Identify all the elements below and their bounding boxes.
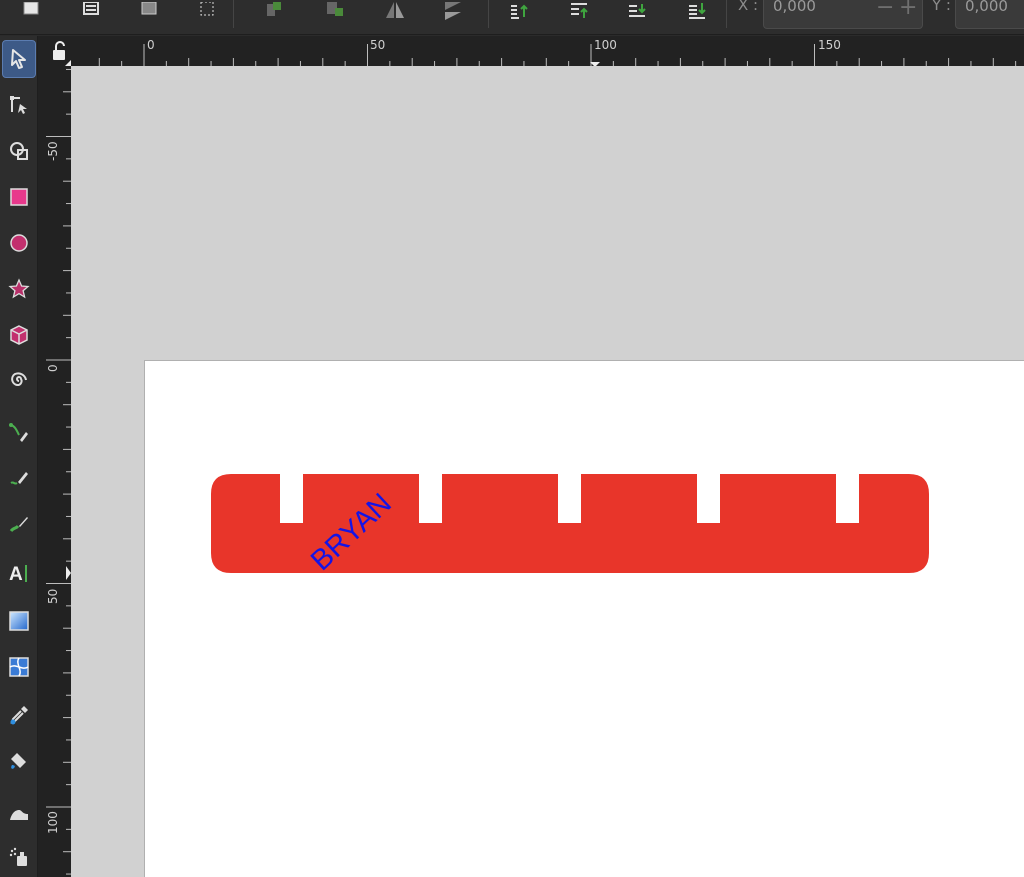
mesh-icon [9,657,29,677]
ruler-top-label: 50 [370,38,386,52]
spiral-tool[interactable] [2,362,36,400]
ruler-left-label: 50 [46,588,60,604]
drawing-layer[interactable]: BRYAN [71,66,1024,877]
x-coordinate-label: X : [738,0,759,14]
ruler-corner [38,36,71,66]
select-same-icon[interactable] [192,0,222,22]
pencil-icon [10,472,28,485]
ruler-left-label: 100 [46,811,60,834]
gradient-icon [9,611,29,631]
svg-text:A: A [9,564,23,584]
spray-icon [9,847,27,866]
shape-builder-tool[interactable] [2,132,36,170]
paint-bucket-tool[interactable] [2,742,36,780]
raise-to-top-icon[interactable] [260,0,290,22]
spiral-icon [11,372,27,387]
canvas[interactable]: BRYAN [71,66,1024,877]
tweak-icon [10,810,28,820]
toolbar-separator [726,0,727,28]
x-coordinate-value: 0,000 [773,0,816,15]
selector-tool[interactable] [2,40,36,78]
shape-builder-icon [10,142,28,160]
toolbar-separator [488,0,489,28]
commands-toolbar: X : 0,000 − + Y : 0,000 [0,0,1024,35]
rectangle-icon [10,188,28,206]
node-tool[interactable] [2,86,36,124]
ruler-top-label: 150 [818,38,841,52]
node-edit-icon [10,96,27,114]
pen-tool[interactable] [2,414,36,452]
mesh-tool[interactable] [2,648,36,686]
calligraphy-icon [9,517,28,532]
lower-step-icon[interactable] [622,0,652,22]
raise-step-icon[interactable] [564,0,594,22]
paint-bucket-icon [11,753,26,769]
calligraphy-tool[interactable] [2,506,36,544]
vertical-ruler[interactable]: -50 0 50 100 [38,66,71,877]
circle-icon [10,234,28,252]
tweak-tool[interactable] [2,794,36,832]
cube-icon [10,325,28,345]
star-tool[interactable] [2,270,36,308]
deselect-icon[interactable] [134,0,164,22]
spray-tool[interactable] [2,838,36,876]
x-increment-button[interactable]: + [899,0,917,19]
flip-horizontal-icon[interactable] [380,0,410,22]
rectangle-tool[interactable] [2,178,36,216]
y-coordinate-input[interactable]: 0,000 [955,0,1024,29]
ruler-left-label: 0 [46,364,60,372]
raise-icon[interactable] [504,0,534,22]
y-coordinate-value: 0,000 [965,0,1008,15]
dropper-icon [10,706,28,725]
lock-guides-icon[interactable] [38,36,71,66]
x-decrement-button[interactable]: − [876,0,894,19]
ruler-top-label: 100 [594,38,617,52]
gradient-tool[interactable] [2,602,36,640]
y-coordinate-label: Y : [932,0,951,14]
horizontal-ruler[interactable]: 0 50 100 150 [71,36,1024,66]
box3d-tool[interactable] [2,316,36,354]
flip-vertical-icon[interactable] [438,0,468,22]
inkscape-window: X : 0,000 − + Y : 0,000 A 0 50 100 150 -… [0,0,1024,877]
dropper-tool[interactable] [2,696,36,734]
star-icon [8,278,30,299]
ruler-left-label: -50 [46,141,60,161]
ellipse-tool[interactable] [2,224,36,262]
ruler-top-label: 0 [147,38,155,52]
toolbox: A [0,36,38,877]
text-icon: A [9,564,27,584]
pencil-tool[interactable] [2,460,36,498]
text-tool[interactable]: A [2,554,36,592]
toolbar-separator [233,0,234,28]
select-all-icon[interactable] [16,0,46,22]
lower-to-bottom-align-icon[interactable] [682,0,712,22]
pen-icon [9,423,28,442]
arrow-cursor-icon [11,49,26,69]
select-all-layers-icon[interactable] [76,0,106,22]
lower-to-bottom-icon[interactable] [320,0,350,22]
